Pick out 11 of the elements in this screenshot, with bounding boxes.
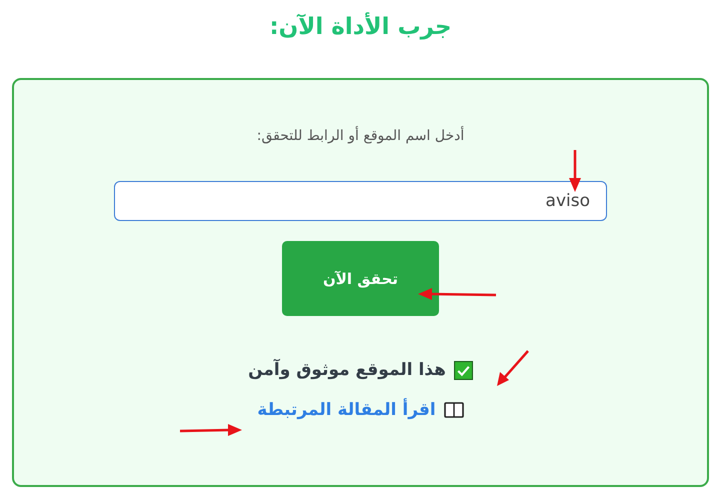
field-label: أدخل اسم الموقع أو الرابط للتحقق: (256, 126, 464, 146)
book-icon (444, 402, 464, 418)
input-field[interactable]: aviso (114, 181, 607, 221)
check-button[interactable]: تحقق الآن (282, 241, 439, 316)
annotation-arrow (180, 423, 242, 437)
annotation-arrow (567, 150, 583, 192)
page-title: جرب الأداة الآن: (268, 11, 453, 42)
result-message: هذا الموقع موثوق وآمن (248, 360, 446, 380)
article-link[interactable]: اقرأ المقالة المرتبطة (257, 400, 436, 420)
annotation-arrow (497, 350, 529, 386)
check-icon (454, 360, 473, 380)
